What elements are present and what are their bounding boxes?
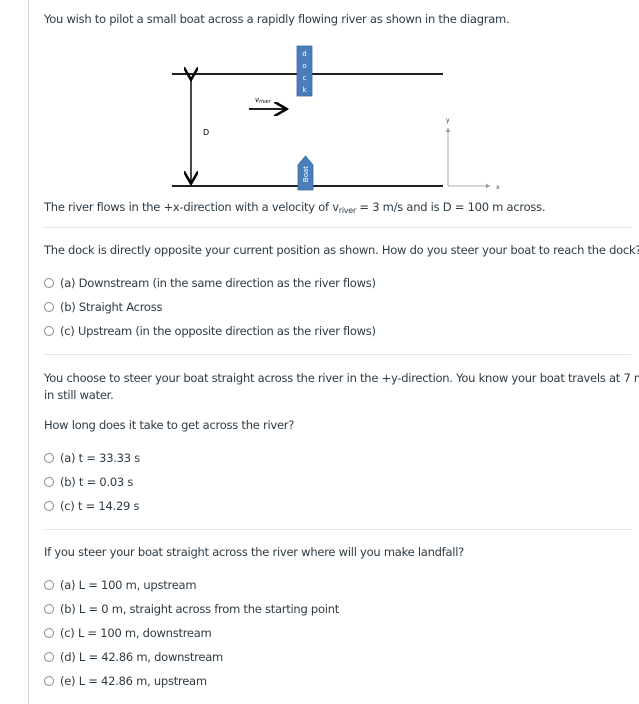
dock-letter: c <box>303 74 307 82</box>
question-2-context-line-1: You choose to steer your boat straight a… <box>44 371 639 385</box>
question-3-option-a[interactable]: (a) L = 100 m, upstream <box>44 577 197 593</box>
boat-label: Boat <box>302 166 310 182</box>
question-3-prompt: If you steer your boat straight across t… <box>44 545 464 559</box>
radio-button[interactable] <box>44 652 54 662</box>
y-axis-label: y <box>446 117 450 124</box>
radio-button[interactable] <box>44 326 54 336</box>
question-2-option-c[interactable]: (c) t = 14.29 s <box>44 498 139 514</box>
radio-button[interactable] <box>44 580 54 590</box>
question-3-option-b[interactable]: (b) L = 0 m, straight across from the st… <box>44 601 339 617</box>
river-velocity-label: vriver <box>255 96 272 105</box>
section-divider <box>44 227 631 228</box>
question-3-option-e[interactable]: (e) L = 42.86 m, upstream <box>44 673 207 689</box>
question-2-option-a[interactable]: (a) t = 33.33 s <box>44 450 140 466</box>
radio-button[interactable] <box>44 278 54 288</box>
dock-letter: o <box>302 62 306 70</box>
given-text: The river flows in the +x-direction with… <box>44 199 546 219</box>
question-1-option-b[interactable]: (b) Straight Across <box>44 299 162 315</box>
question-3-option-d[interactable]: (d) L = 42.86 m, downstream <box>44 649 223 665</box>
radio-button[interactable] <box>44 453 54 463</box>
given-subscript: river <box>338 206 356 215</box>
radio-button[interactable] <box>44 604 54 614</box>
question-1-prompt: The dock is directly opposite your curre… <box>44 243 639 257</box>
question-1-option-a[interactable]: (a) Downstream (in the same direction as… <box>44 275 376 291</box>
question-3-option-c[interactable]: (c) L = 100 m, downstream <box>44 625 212 641</box>
section-divider <box>44 529 631 530</box>
radio-button[interactable] <box>44 302 54 312</box>
given-suffix: = 3 m/s and is D = 100 m across. <box>356 200 546 214</box>
x-axis-label: x <box>496 184 500 191</box>
radio-button[interactable] <box>44 477 54 487</box>
section-divider <box>44 354 631 355</box>
given-prefix: The river flows in the +x-direction with… <box>44 200 339 214</box>
question-2-prompt: How long does it take to get across the … <box>44 418 295 432</box>
intro-text: You wish to pilot a small boat across a … <box>44 12 510 26</box>
river-diagram: D d o c k vriver Boat y x <box>172 45 500 191</box>
question-2-context-line-2: in still water. <box>44 388 114 402</box>
question-2-option-b[interactable]: (b) t = 0.03 s <box>44 474 133 490</box>
dock-letter: d <box>302 50 306 58</box>
radio-button[interactable] <box>44 676 54 686</box>
radio-button[interactable] <box>44 628 54 638</box>
question-1-option-c[interactable]: (c) Upstream (in the opposite direction … <box>44 323 376 339</box>
distance-label: D <box>203 128 209 137</box>
radio-button[interactable] <box>44 501 54 511</box>
left-border-rule <box>28 0 29 704</box>
